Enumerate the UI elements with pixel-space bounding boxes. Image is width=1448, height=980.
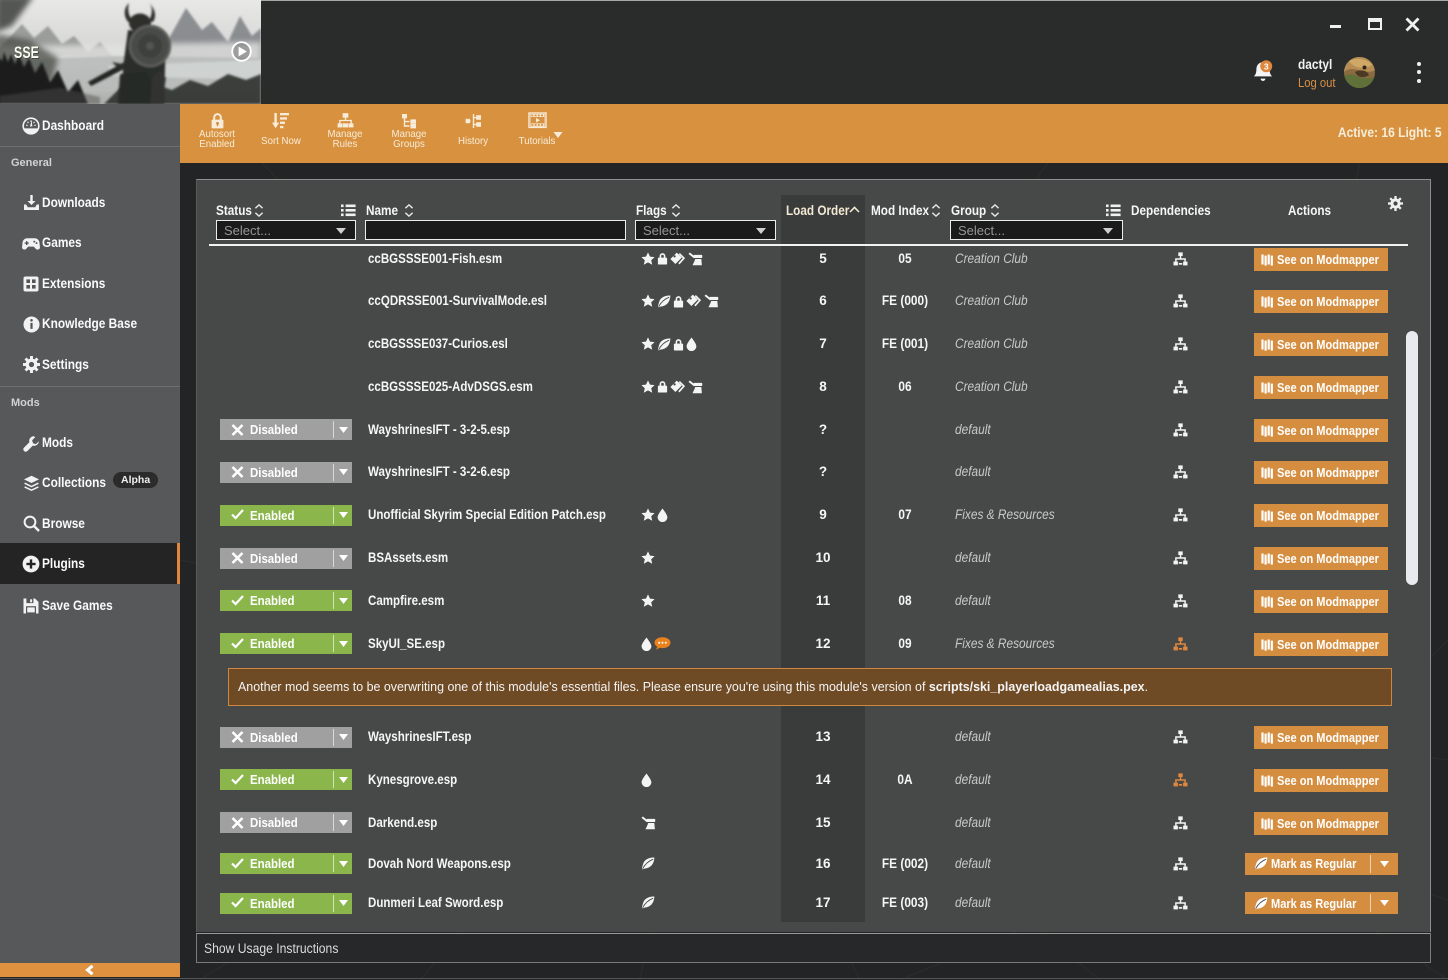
- svg-text:3: 3: [1264, 61, 1269, 71]
- svg-text:SSE: SSE: [14, 44, 39, 62]
